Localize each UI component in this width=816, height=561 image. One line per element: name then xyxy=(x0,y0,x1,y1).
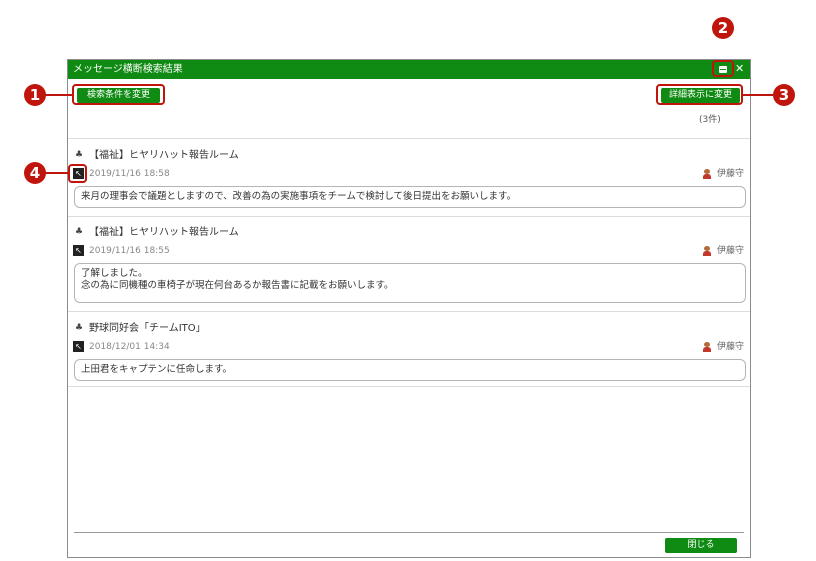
callout-highlight xyxy=(656,84,743,105)
callout-badge: 3 xyxy=(773,84,795,106)
user-name: 伊藤守 xyxy=(717,169,745,179)
message-date: 2019/11/16 18:55 xyxy=(89,246,170,256)
callout-badge: 1 xyxy=(24,84,46,106)
room-icon: ♣ xyxy=(75,150,84,160)
message-text: 来月の理事会で議題としますので、改善の為の実施事項をチームで検討して後日提出をお… xyxy=(81,191,517,202)
list-item: ♣ 野球同好会「チームITO」 ↖ 2018/12/01 14:34 伊藤守 上… xyxy=(68,312,750,387)
user-name: 伊藤守 xyxy=(717,246,745,256)
callout-highlight xyxy=(712,60,734,77)
search-results-window: メッセージ横断検索結果 ✕ 検索条件を変更 詳細表示に変更 (3件) ♣ 【福祉… xyxy=(67,59,751,558)
close-icon[interactable]: ✕ xyxy=(735,63,744,75)
callout-line xyxy=(45,94,72,96)
message-bubble: 来月の理事会で議題としますので、改善の為の実施事項をチームで検討して後日提出をお… xyxy=(74,186,746,208)
callout-badge: 2 xyxy=(712,17,734,39)
message-bubble: 了解しました。 念の為に同機種の車椅子が現在何台あるか報告書に記載をお願いします… xyxy=(74,263,746,303)
user-avatar-icon xyxy=(702,169,712,179)
message-text: 了解しました。 xyxy=(81,268,148,279)
user-avatar-icon xyxy=(702,246,712,256)
callout-highlight xyxy=(68,164,87,183)
callout-line xyxy=(743,94,773,96)
room-icon: ♣ xyxy=(75,323,84,333)
message-date: 2018/12/01 14:34 xyxy=(89,342,170,352)
message-text: 念の為に同機種の車椅子が現在何台あるか報告書に記載をお願いします。 xyxy=(81,280,394,291)
result-count: (3件) xyxy=(699,115,721,125)
callout-line xyxy=(45,172,68,174)
close-button[interactable]: 閉じる xyxy=(665,538,737,553)
message-bubble: 上田君をキャプテンに任命します。 xyxy=(74,359,746,381)
callout-badge: 4 xyxy=(24,162,46,184)
callout-highlight xyxy=(72,84,165,105)
jump-to-message-icon[interactable]: ↖ xyxy=(73,341,84,352)
message-date: 2019/11/16 18:58 xyxy=(89,169,170,179)
room-icon: ♣ xyxy=(75,227,84,237)
user-name: 伊藤守 xyxy=(717,342,745,352)
room-name[interactable]: 【福祉】ヒヤリハット報告ルーム xyxy=(89,150,239,161)
divider xyxy=(74,532,744,533)
room-name[interactable]: 野球同好会「チームITO」 xyxy=(89,323,206,334)
list-item: ♣ 【福祉】ヒヤリハット報告ルーム ↖ 2019/11/16 18:55 伊藤守… xyxy=(68,217,750,312)
jump-to-message-icon[interactable]: ↖ xyxy=(73,245,84,256)
message-text: 上田君をキャプテンに任命します。 xyxy=(81,364,233,375)
user-avatar-icon xyxy=(702,342,712,352)
room-name[interactable]: 【福祉】ヒヤリハット報告ルーム xyxy=(89,227,239,238)
list-item: ♣ 【福祉】ヒヤリハット報告ルーム ↖ 2019/11/16 18:58 伊藤守… xyxy=(68,139,750,217)
title-bar: メッセージ横断検索結果 ✕ xyxy=(68,60,750,79)
window-title: メッセージ横断検索結果 xyxy=(73,64,183,75)
